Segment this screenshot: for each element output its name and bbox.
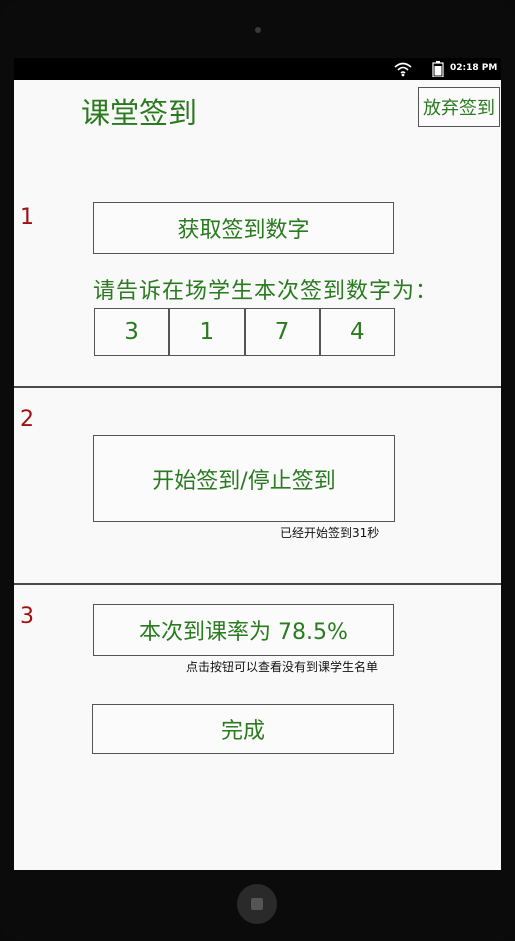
- device-frame: 02:18 PM 课堂签到 放弃签到 1 获取签到数字 请告诉在场学生本次签到数…: [0, 0, 515, 941]
- start-stop-checkin-button[interactable]: 开始签到/停止签到: [93, 435, 395, 522]
- app-screen: 课堂签到 放弃签到 1 获取签到数字 请告诉在场学生本次签到数字为： 3 1 7…: [14, 80, 501, 870]
- code-digit: 3: [95, 309, 171, 355]
- finish-button[interactable]: 完成: [92, 704, 394, 754]
- abandon-checkin-button[interactable]: 放弃签到: [418, 87, 500, 127]
- section-divider: [14, 386, 501, 388]
- camera-dot: [255, 27, 261, 33]
- status-time: 02:18 PM: [450, 63, 498, 73]
- home-square-icon: [251, 898, 263, 910]
- code-prompt: 请告诉在场学生本次签到数字为：: [93, 279, 439, 304]
- battery-icon: [432, 61, 444, 78]
- get-code-button[interactable]: 获取签到数字: [93, 202, 394, 254]
- page-title: 课堂签到: [81, 96, 198, 130]
- code-digits: 3 1 7 4: [94, 308, 395, 356]
- section-number-2: 2: [20, 407, 34, 432]
- home-button[interactable]: [237, 884, 277, 924]
- wifi-icon: [394, 61, 412, 77]
- section-number-1: 1: [20, 205, 34, 230]
- code-digit: 7: [246, 309, 321, 355]
- section-divider: [14, 583, 501, 585]
- status-bar: 02:18 PM: [14, 58, 501, 80]
- attendance-rate-button[interactable]: 本次到课率为 78.5%: [93, 604, 394, 656]
- elapsed-time-text: 已经开始签到31秒: [280, 526, 380, 540]
- code-digit: 4: [350, 319, 365, 345]
- code-digit: 1: [170, 309, 246, 355]
- section-number-3: 3: [20, 604, 34, 629]
- attendance-hint: 点击按钮可以查看没有到课学生名单: [186, 660, 379, 674]
